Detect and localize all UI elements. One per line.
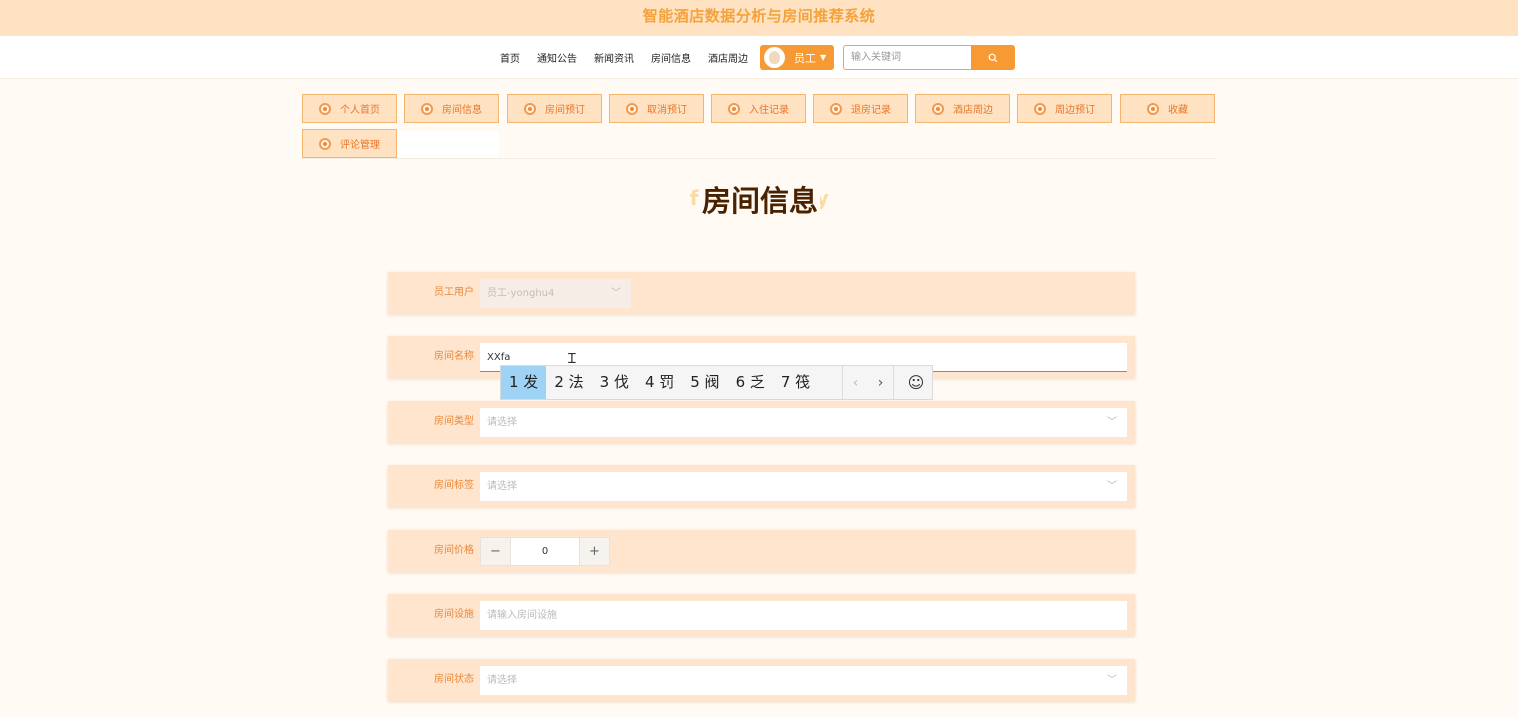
ime-candidate-4[interactable]: 4 罚: [637, 366, 682, 399]
menu-item-favorites[interactable]: 收藏: [1120, 94, 1215, 123]
form-row-staff-user: 员工用户 员工-yonghu4 ﹀: [388, 272, 1135, 314]
chevron-down-icon: ﹀: [1107, 417, 1117, 428]
menu-item-label: 取消预订: [647, 105, 687, 116]
room-price-value[interactable]: 0: [510, 538, 580, 565]
circle-icon: [319, 102, 331, 115]
section-title: featu odity 房间信息: [600, 174, 920, 224]
menu-item-label: 周边预订: [1055, 105, 1095, 116]
circle-icon: [932, 102, 944, 115]
chevron-down-icon: ﹀: [611, 288, 621, 299]
form-row-room-tag: 房间标签 请选择 ﹀: [388, 465, 1135, 507]
nav-link-surroundings[interactable]: 酒店周边: [708, 50, 748, 65]
room-price-stepper: − 0 +: [480, 537, 610, 566]
ime-page-arrows: ‹ ›: [842, 366, 894, 399]
nav-link-rooms[interactable]: 房间信息: [651, 50, 691, 65]
room-type-placeholder: 请选择: [487, 417, 517, 428]
form-row-room-type: 房间类型 请选择 ﹀: [388, 401, 1135, 443]
circle-icon: [319, 137, 331, 150]
decrement-button[interactable]: −: [481, 538, 510, 565]
field-label: 房间名称: [434, 351, 474, 362]
menu-item-checkout-records[interactable]: 退房记录: [813, 94, 908, 123]
form-row-room-facilities: 房间设施 请输入房间设施: [388, 594, 1135, 636]
circle-icon: [1147, 102, 1159, 115]
user-menu-button[interactable]: 员工 ▼: [760, 45, 834, 70]
field-label: 房间价格: [434, 545, 474, 556]
circle-icon: [421, 102, 433, 115]
search-icon: [988, 53, 998, 62]
menu-item-label: 评论管理: [340, 140, 380, 151]
room-tag-select[interactable]: 请选择 ﹀: [480, 472, 1127, 501]
room-name-value: XXfa: [487, 352, 511, 363]
ime-candidate-3[interactable]: 3 伐: [592, 366, 637, 399]
room-type-select[interactable]: 请选择 ﹀: [480, 408, 1127, 437]
field-label: 房间标签: [434, 480, 474, 491]
staff-user-select: 员工-yonghu4 ﹀: [480, 279, 631, 308]
ime-candidate-5[interactable]: 5 阀: [682, 366, 727, 399]
emoji-icon[interactable]: ☺: [900, 366, 932, 399]
circle-icon: [830, 102, 842, 115]
menu-item-profile-home[interactable]: 个人首页: [302, 94, 397, 123]
room-facilities-input[interactable]: 请输入房间设施: [480, 601, 1127, 630]
room-facilities-placeholder: 请输入房间设施: [487, 610, 557, 621]
increment-button[interactable]: +: [580, 538, 609, 565]
menu-item-label: 退房记录: [851, 105, 891, 116]
ime-candidate-6[interactable]: 6 乏: [728, 366, 773, 399]
search-button[interactable]: [971, 45, 1015, 70]
caret-down-icon: ▼: [820, 53, 827, 62]
user-label: 员工: [794, 51, 816, 65]
menu-item-label: 房间信息: [442, 105, 482, 116]
circle-icon: [728, 102, 740, 115]
circle-icon: [1034, 102, 1046, 115]
menu-item-label: 入住记录: [749, 105, 789, 116]
room-status-placeholder: 请选择: [487, 675, 517, 686]
site-title: 智能酒店数据分析与房间推荐系统: [642, 7, 876, 25]
nav-link-notices[interactable]: 通知公告: [537, 50, 577, 65]
circle-icon: [626, 102, 638, 115]
menu-item-hotel-surroundings[interactable]: 酒店周边: [915, 94, 1010, 123]
chevron-left-icon[interactable]: ‹: [853, 375, 859, 391]
field-label: 房间类型: [434, 416, 474, 427]
room-tag-placeholder: 请选择: [487, 481, 517, 492]
menu-item-room-booking[interactable]: 房间预订: [507, 94, 602, 123]
menu-item-cancel-booking[interactable]: 取消预订: [609, 94, 704, 123]
field-label: 房间状态: [434, 674, 474, 685]
menu-item-label: 收藏: [1168, 105, 1188, 116]
menu-item-label: 酒店周边: [953, 105, 993, 116]
nav-bar: 首页 通知公告 新闻资讯 房间信息 酒店周边: [0, 36, 1518, 79]
ime-candidate-2[interactable]: 2 法: [546, 366, 591, 399]
chevron-down-icon: ﹀: [1107, 481, 1117, 492]
staff-user-value: 员工-yonghu4: [487, 288, 555, 299]
chevron-right-icon[interactable]: ›: [878, 375, 884, 391]
chevron-down-icon: ﹀: [1107, 675, 1117, 686]
field-label: 员工用户: [434, 287, 474, 298]
menu-item-surrounding-booking[interactable]: 周边预订: [1017, 94, 1112, 123]
form-row-room-price: 房间价格 − 0 +: [388, 530, 1135, 572]
circle-icon: [524, 102, 536, 115]
menu-item-label: 个人首页: [340, 105, 380, 116]
avatar: [764, 47, 785, 68]
page-title: 房间信息: [699, 184, 820, 218]
form-row-room-status: 房间状态 请选择 ﹀: [388, 659, 1135, 701]
nav-link-home[interactable]: 首页: [500, 50, 520, 65]
nav-link-news[interactable]: 新闻资讯: [594, 50, 634, 65]
menu-divider: [302, 158, 1215, 159]
menu-item-label: 房间预订: [545, 105, 585, 116]
search-input[interactable]: [843, 45, 971, 70]
site-header: 智能酒店数据分析与房间推荐系统: [0, 0, 1518, 36]
ime-candidate-window: 1 发 2 法 3 伐 4 罚 5 阀 6 乏 7 筏 ‹ › ☺: [500, 365, 933, 400]
menu-item-checkin-records[interactable]: 入住记录: [711, 94, 806, 123]
menu-spacer: [398, 131, 499, 158]
room-status-select[interactable]: 请选择 ﹀: [480, 666, 1127, 695]
ime-candidate-1[interactable]: 1 发: [501, 366, 547, 399]
menu-item-comments[interactable]: 评论管理: [302, 129, 397, 158]
nav-links: 首页 通知公告 新闻资讯 房间信息 酒店周边: [500, 36, 765, 79]
field-label: 房间设施: [434, 609, 474, 620]
menu-item-room-info[interactable]: 房间信息: [404, 94, 499, 123]
ime-candidate-7[interactable]: 7 筏: [773, 366, 818, 399]
